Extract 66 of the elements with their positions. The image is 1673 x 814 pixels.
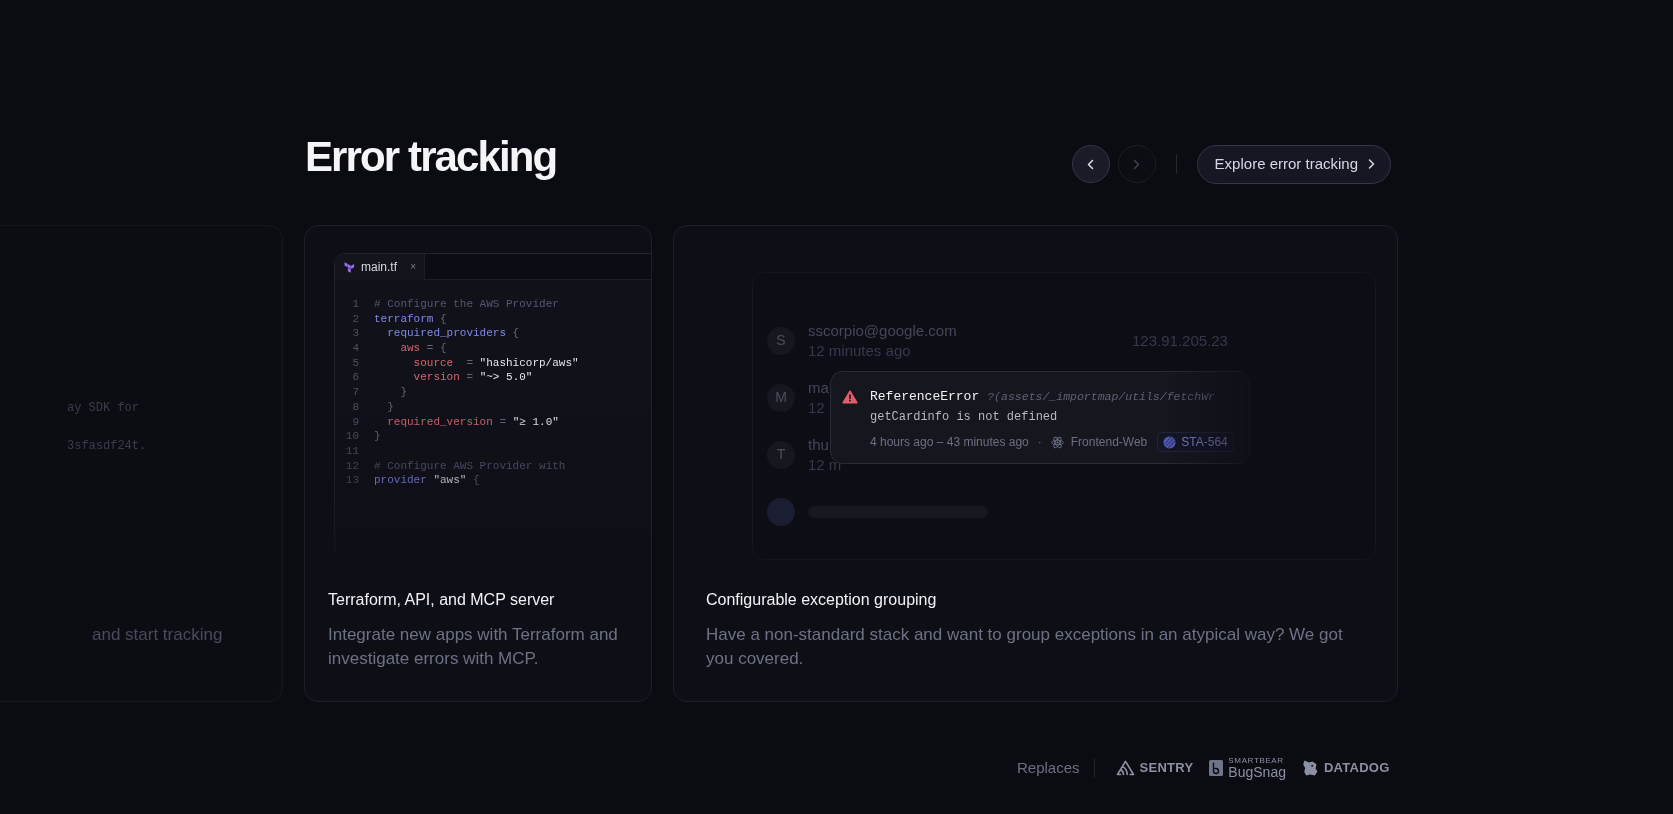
line-number: 10 [344,429,359,444]
code-line: 3sfasdf24t. [67,438,147,454]
line-number: 4 [351,341,359,356]
line-number: 8 [351,399,359,415]
line-number: 2 [351,311,359,327]
editor-tab[interactable]: main.tf × [335,254,425,280]
card-title: Terraform, API, and MCP server [328,590,555,610]
chevron-right-icon [1368,159,1375,169]
replaces-label: Replaces [1017,758,1080,778]
logo-wordmark: BugSnag [1228,764,1286,780]
time-range: 4 hours ago – 43 minutes ago [870,434,1029,451]
line-number: 7 [351,385,359,400]
code-line: version = "~> 5.0" [413,370,533,386]
error-message: getCardinfo is not defined [870,409,1058,426]
line-number: 1 [351,297,359,312]
code-line: } [400,385,407,400]
explore-button[interactable]: Explore error tracking [1196,144,1391,184]
striped-circle-icon [1163,435,1177,449]
card-description: and start tracking [92,624,223,646]
line-number: 12 [344,458,359,474]
tf-file-icon [344,261,355,273]
code-line: provider "aws" { [374,473,480,488]
line-number: 3 [351,326,359,342]
code-line: source = "hashicorp/aws" [413,355,579,371]
chevron-right-icon [1132,158,1142,170]
section-heading: Error tracking [305,132,557,182]
previous-button[interactable] [1071,145,1110,183]
error-name: ReferenceError [870,388,980,406]
sentry-logo-icon [1115,760,1135,776]
line-number: 9 [351,414,359,430]
code-line: # Configure the AWS Provider [374,297,559,312]
logo-wordmark: SENTRY [1139,760,1194,776]
line-number: 11 [344,443,359,459]
card-description: Integrate new apps with Terraform and investigate errors with MCP. [328,624,619,670]
code-line: } [374,429,381,444]
project-name: Frontend-Web [1070,434,1148,451]
separator-dot: · [1037,434,1042,451]
user-email: thu [808,434,829,455]
error-path: ?(assets/_importmap/utils/fetchWr [987,389,1215,405]
code-line: terraform { [374,311,447,327]
code-line: required_version = "≥ 1.0" [387,414,559,430]
user-email: ma [808,377,829,398]
avatar: T [767,440,795,469]
user-email: sscorpio@google.com [808,320,957,341]
chevron-left-icon [1086,158,1096,170]
datadog-logo-icon [1301,759,1319,777]
issue-id: STA-564 [1181,434,1228,451]
code-line: # Configure AWS Provider with [374,458,566,474]
avatar: M [767,383,795,412]
logo-wordmark: DATADOG [1323,760,1390,776]
atom-icon [1050,435,1064,449]
bugsnag-logo-icon [1209,760,1224,776]
line-number: 13 [344,473,359,488]
line-number: 6 [351,370,359,386]
card-description: Have a non-standard stack and want to group exceptions in an atypical way? We got you covered. [706,624,1344,670]
line-number: 5 [351,355,359,371]
card-title: Configurable exception grouping [706,590,937,610]
code-line: required_providers { [387,326,520,342]
tab-close-button[interactable]: × [410,261,416,273]
avatar [767,497,795,526]
code-line: ay SDK for [67,400,139,416]
avatar: S [767,326,795,355]
logo-overline: SMARTBEAR [1228,756,1284,765]
code-line: aws = { [400,341,447,356]
code-line: } [387,399,394,415]
warning-icon [842,390,858,404]
